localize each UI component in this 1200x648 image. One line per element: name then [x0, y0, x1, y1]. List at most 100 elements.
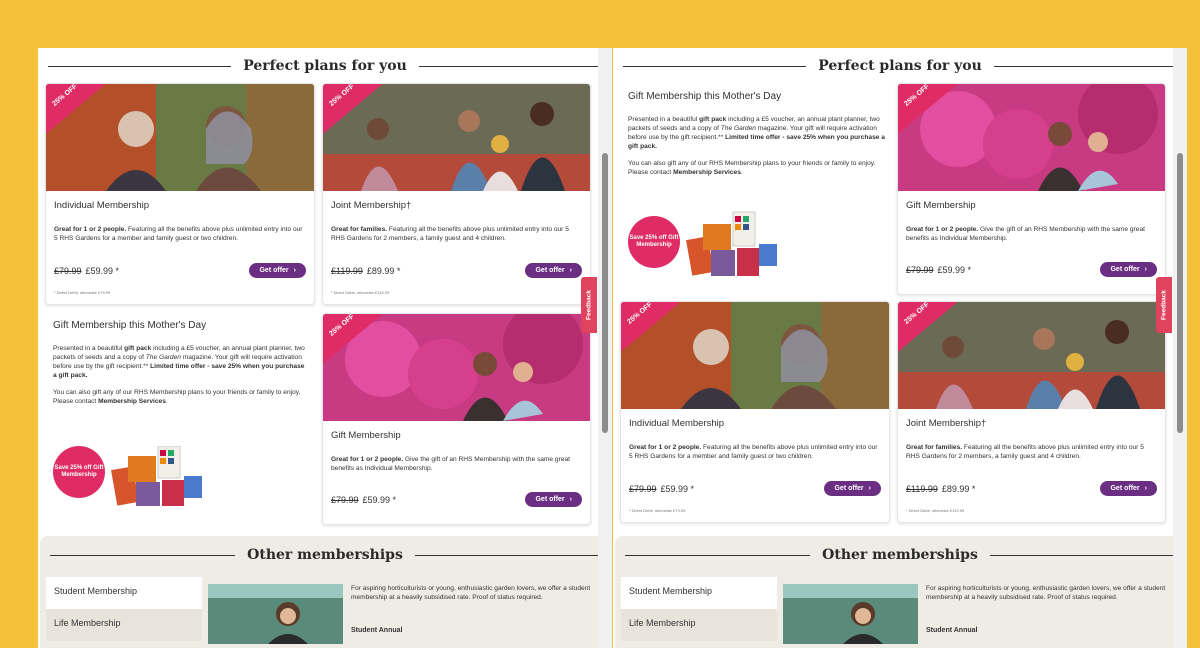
text: You can also gift any of our RHS Members…	[53, 389, 301, 405]
gift-promo-contact: You can also gift any of our RHS Members…	[53, 388, 309, 406]
divider	[414, 554, 600, 556]
price-row: £79.99 £59.99 * Get offer ›	[331, 492, 582, 507]
menu-item-life[interactable]: Life Membership	[46, 609, 202, 641]
text: You can also gift any of our RHS Members…	[628, 160, 876, 176]
feedback-tab[interactable]: Feedback	[1156, 277, 1172, 333]
individual-photo: 25% OFF	[46, 84, 314, 191]
get-offer-button[interactable]: Get offer ›	[824, 481, 881, 496]
section-title: Perfect plans for you	[243, 58, 407, 74]
divider	[50, 554, 236, 556]
gift-promo-block: Gift Membership this Mother's Day Presen…	[628, 91, 886, 177]
menu-item-life[interactable]: Life Membership	[621, 609, 777, 641]
text: Presented in a beautiful	[53, 345, 125, 352]
membership-menu: Student Membership Life Membership	[46, 577, 202, 641]
scrollbar[interactable]	[1173, 48, 1187, 648]
gift-promo-text: Presented in a beautiful gift pack inclu…	[628, 115, 886, 151]
other-memberships-section: Other memberships Student Membership Lif…	[40, 536, 610, 648]
desc-bold: Great for families.	[906, 444, 963, 451]
gift-pack-image	[106, 446, 206, 512]
section-header: Other memberships	[625, 543, 1175, 567]
card-title: Individual Membership	[629, 418, 725, 429]
desc-bold: Great for 1 or 2 people.	[629, 444, 702, 451]
section-title: Other memberships	[247, 547, 403, 563]
gift-promo-title: Gift Membership this Mother's Day	[53, 320, 207, 331]
text: .	[165, 398, 168, 405]
menu-item-student[interactable]: Student Membership	[621, 577, 777, 609]
card-description: Great for families. Featuring all the be…	[906, 443, 1157, 461]
membership-services-link[interactable]: Membership Services	[98, 398, 166, 405]
student-photo	[783, 584, 918, 644]
card-description: Great for families. Featuring all the be…	[331, 225, 582, 243]
feedback-tab[interactable]: Feedback	[581, 277, 597, 333]
desc-bold: Great for families.	[331, 226, 388, 233]
button-label: Get offer	[535, 267, 565, 274]
chevron-right-icon: ›	[1144, 266, 1147, 273]
gift-photo: 25% OFF	[323, 314, 590, 421]
button-label: Get offer	[535, 496, 565, 503]
new-price: £89.99 *	[366, 265, 401, 276]
price-row: £119.99 £89.99 * Get offer ›	[331, 263, 582, 278]
membership-menu: Student Membership Life Membership	[621, 577, 777, 641]
price-row: £119.99 £89.99 * Get offer ›	[906, 481, 1157, 496]
chevron-right-icon: ›	[569, 496, 572, 503]
gift-promo-title: Gift Membership this Mother's Day	[628, 91, 782, 102]
new-price: £59.99 *	[85, 265, 120, 276]
gift-membership-card: 25% OFF Gift Membership Great for 1 or 2…	[897, 83, 1166, 295]
fine-print: * Direct Debit, otherwise £79.99	[629, 508, 686, 513]
card-title: Joint Membership†	[331, 200, 412, 211]
scrollbar-thumb[interactable]	[602, 153, 608, 433]
section-header: Other memberships	[50, 543, 600, 567]
individual-photo: 25% OFF	[621, 302, 889, 409]
divider	[993, 65, 1178, 67]
get-offer-button[interactable]: Get offer ›	[525, 492, 582, 507]
new-price: £59.99 *	[660, 483, 695, 494]
menu-item-student[interactable]: Student Membership	[46, 577, 202, 609]
section-header: Perfect plans for you	[623, 54, 1178, 78]
card-title: Gift Membership	[331, 430, 401, 441]
divider	[48, 65, 232, 67]
get-offer-button[interactable]: Get offer ›	[249, 263, 306, 278]
other-description: For aspiring horticulturists or young, e…	[926, 585, 1166, 601]
individual-membership-card: 25% OFF Individual Membership Great for …	[620, 301, 890, 523]
save-circle-badge: Save 25% off Gift Membership	[53, 446, 105, 498]
card-description: Great for 1 or 2 people. Give the gift o…	[331, 455, 582, 473]
individual-membership-card: 25% OFF Individual Membership Great for …	[45, 83, 315, 305]
price-row: £79.99 £59.99 * Get offer ›	[54, 263, 306, 278]
desc-bold: Great for 1 or 2 people.	[906, 226, 979, 233]
divider	[623, 65, 807, 67]
price-row: £79.99 £59.99 * Get offer ›	[629, 481, 881, 496]
chevron-right-icon: ›	[868, 485, 871, 492]
section-title: Other memberships	[822, 547, 978, 563]
old-price: £79.99	[629, 483, 657, 494]
card-description: Great for 1 or 2 people. Featuring all t…	[629, 443, 881, 461]
divider	[418, 65, 603, 67]
membership-services-link[interactable]: Membership Services	[673, 169, 741, 176]
gift-promo-text: Presented in a beautiful gift pack inclu…	[53, 344, 309, 380]
chevron-right-icon: ›	[569, 267, 572, 274]
old-price: £79.99	[906, 264, 934, 275]
feedback-label: Feedback	[1160, 290, 1168, 320]
other-description: For aspiring horticulturists or young, e…	[351, 585, 591, 601]
scrollbar[interactable]	[598, 48, 612, 648]
fine-print: * Direct Debit, otherwise £119.99	[906, 508, 965, 513]
button-label: Get offer	[1110, 485, 1140, 492]
card-description: Great for 1 or 2 people. Give the gift o…	[906, 225, 1157, 243]
get-offer-button[interactable]: Get offer ›	[1100, 481, 1157, 496]
gift-promo-contact: You can also gift any of our RHS Members…	[628, 159, 886, 177]
desc-bold: Great for 1 or 2 people.	[331, 456, 404, 463]
text: gift pack	[124, 345, 152, 352]
joint-membership-card: 25% OFF Joint Membership† Great for fami…	[897, 301, 1166, 523]
text: .	[740, 169, 743, 176]
fine-print: * Direct Debit, otherwise £79.99	[54, 290, 111, 295]
card-title: Gift Membership	[906, 200, 976, 211]
student-photo	[208, 584, 343, 644]
get-offer-button[interactable]: Get offer ›	[525, 263, 582, 278]
text: Presented in a beautiful	[628, 116, 700, 123]
scrollbar-thumb[interactable]	[1177, 153, 1183, 433]
card-description: Great for 1 or 2 people. Featuring all t…	[54, 225, 306, 243]
section-title: Perfect plans for you	[818, 58, 982, 74]
get-offer-button[interactable]: Get offer ›	[1100, 262, 1157, 277]
page-panel-right: Perfect plans for you Gift Membership th…	[613, 48, 1187, 648]
gift-pack-image	[681, 210, 781, 282]
card-title: Joint Membership†	[906, 418, 987, 429]
